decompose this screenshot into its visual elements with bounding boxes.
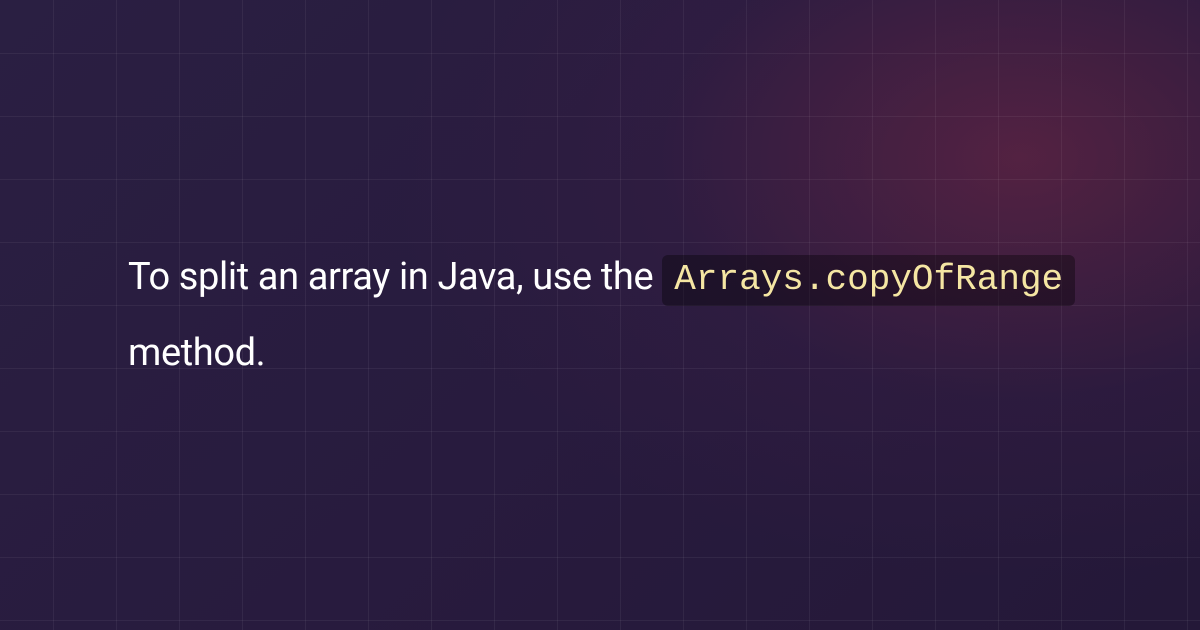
text-after-code: method. [128, 331, 265, 375]
text-before-code: To split an array in Java, use the [128, 255, 662, 299]
card-container: To split an array in Java, use the Array… [0, 0, 1200, 630]
main-text: To split an array in Java, use the Array… [0, 240, 1200, 389]
inline-code: Arrays.copyOfRange [662, 255, 1075, 306]
